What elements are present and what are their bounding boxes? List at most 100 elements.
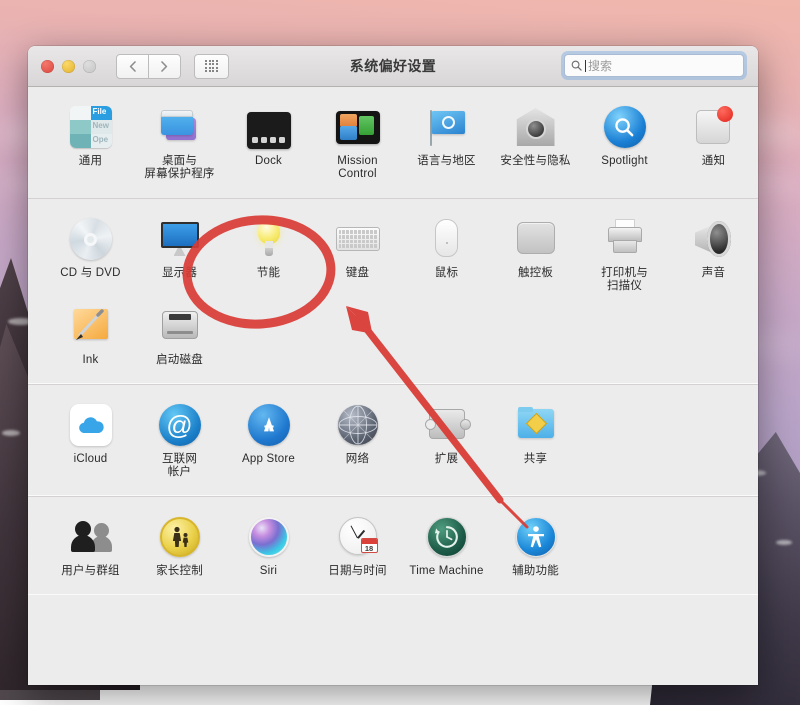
pref-item-siri[interactable]: Siri xyxy=(224,510,313,578)
pref-label: 桌面与 屏幕保护程序 xyxy=(144,155,215,180)
pref-item-language-region[interactable]: 语言与地区 xyxy=(402,100,491,181)
pref-item-trackpad[interactable]: 触控板 xyxy=(491,212,580,293)
trackpad-icon xyxy=(513,216,559,262)
pref-label: 家长控制 xyxy=(156,565,203,577)
pref-item-app-store[interactable]: App Store xyxy=(224,398,313,479)
sharing-icon xyxy=(513,402,559,448)
pref-item-parental-controls[interactable]: 家长控制 xyxy=(135,510,224,578)
pref-item-notifications[interactable]: 通知 xyxy=(669,100,758,181)
pref-item-mouse[interactable]: 鼠标 xyxy=(402,212,491,293)
pref-item-network[interactable]: 网络 xyxy=(313,398,402,479)
pref-label: 语言与地区 xyxy=(417,155,476,167)
siri-icon xyxy=(246,514,292,560)
pref-item-keyboard[interactable]: 键盘 xyxy=(313,212,402,293)
pref-label: Time Machine xyxy=(409,565,484,577)
calendar-day-number: 18 xyxy=(364,544,374,553)
search-placeholder: 搜索 xyxy=(588,59,613,73)
pref-item-spotlight[interactable]: Spotlight xyxy=(580,100,669,181)
pref-item-internet-accounts[interactable]: @ 互联网 帐户 xyxy=(135,398,224,479)
pref-item-desktop-screensaver[interactable]: 桌面与 屏幕保护程序 xyxy=(135,100,224,181)
pref-label: Spotlight xyxy=(601,155,648,167)
pref-label: iCloud xyxy=(73,453,108,465)
grid-icon xyxy=(205,59,218,73)
ink-icon xyxy=(68,303,114,349)
app-store-icon xyxy=(246,402,292,448)
security-privacy-icon xyxy=(513,104,559,150)
pref-label: 启动磁盘 xyxy=(156,354,203,366)
dock-icon xyxy=(246,104,292,150)
pref-label: CD 与 DVD xyxy=(60,267,121,279)
forward-button[interactable] xyxy=(149,53,181,79)
pref-item-sound[interactable]: 声音 xyxy=(669,212,758,293)
pref-label: 鼠标 xyxy=(434,267,459,279)
minimize-button[interactable] xyxy=(62,59,75,73)
pref-item-accessibility[interactable]: 辅助功能 xyxy=(491,510,580,578)
mouse-icon xyxy=(424,216,470,262)
pref-item-dock[interactable]: Dock xyxy=(224,100,313,181)
pref-item-extensions[interactable]: 扩展 xyxy=(402,398,491,479)
cd-dvd-icon xyxy=(68,216,114,262)
pref-label: 触控板 xyxy=(517,267,554,279)
section-system: 用户与群组 家长控制 Siri 18 日期与时间 Time Machine 辅助… xyxy=(28,496,758,595)
preference-grid: 用户与群组 家长控制 Siri 18 日期与时间 Time Machine 辅助… xyxy=(28,510,758,584)
window-titlebar[interactable]: 系统偏好设置 搜索 xyxy=(28,46,758,87)
section-hardware: CD 与 DVD 显示器 节能 键盘 鼠标 触控板 打印机与 扫描仪 声音 In… xyxy=(28,198,758,384)
pref-item-cd-dvd[interactable]: CD 与 DVD xyxy=(46,212,135,293)
spotlight-icon xyxy=(602,104,648,150)
pref-label: 网络 xyxy=(345,453,370,465)
pref-item-date-time[interactable]: 18 日期与时间 xyxy=(313,510,402,578)
pref-label: 显示器 xyxy=(161,267,198,279)
pref-item-ink[interactable]: Ink xyxy=(46,299,135,367)
notification-badge xyxy=(716,106,733,122)
snow-patch xyxy=(776,540,792,545)
pref-item-time-machine[interactable]: Time Machine xyxy=(402,510,491,578)
pref-label: 键盘 xyxy=(345,267,370,279)
snow-patch xyxy=(2,430,20,436)
pref-label: 打印机与 扫描仪 xyxy=(601,267,648,292)
time-machine-icon xyxy=(424,514,470,560)
navigation-buttons[interactable] xyxy=(116,53,181,79)
icloud-icon xyxy=(68,402,114,448)
section-personal: File New Ope 通用 桌面与 屏幕保护程序 Dock Mission … xyxy=(28,87,758,198)
pref-item-sharing[interactable]: 共享 xyxy=(491,398,580,479)
show-all-button[interactable] xyxy=(194,53,229,79)
zoom-button xyxy=(83,59,96,73)
pref-label: Mission Control xyxy=(337,155,378,180)
traffic-lights xyxy=(41,59,96,73)
back-button[interactable] xyxy=(116,53,149,79)
parental-controls-icon xyxy=(157,514,203,560)
section-internet-wireless: iCloud @ 互联网 帐户 App Store 网络 扩展 共享 xyxy=(28,384,758,496)
pref-item-general[interactable]: File New Ope 通用 xyxy=(46,100,135,181)
system-preferences-window[interactable]: 系统偏好设置 搜索 File New Ope 通用 桌面与 屏幕保护程序 Doc… xyxy=(28,46,758,685)
pref-item-security-privacy[interactable]: 安全性与隐私 xyxy=(491,100,580,181)
search-field[interactable]: 搜索 xyxy=(564,54,744,77)
text-caret xyxy=(585,59,586,72)
pref-item-energy-saver[interactable]: 节能 xyxy=(224,212,313,293)
pref-item-users-groups[interactable]: 用户与群组 xyxy=(46,510,135,578)
pref-label: 共享 xyxy=(523,453,548,465)
pref-label: 通知 xyxy=(701,155,726,167)
chevron-left-icon xyxy=(129,60,136,72)
pref-item-startup-disk[interactable]: 启动磁盘 xyxy=(135,299,224,367)
pref-label: 声音 xyxy=(701,267,726,279)
internet-accounts-icon: @ xyxy=(157,402,203,448)
pref-item-displays[interactable]: 显示器 xyxy=(135,212,224,293)
accessibility-icon xyxy=(513,514,559,560)
printers-scanners-icon xyxy=(602,216,648,262)
pref-label: 安全性与隐私 xyxy=(500,155,571,167)
pref-label: 辅助功能 xyxy=(512,565,559,577)
pref-item-icloud[interactable]: iCloud xyxy=(46,398,135,479)
users-groups-icon xyxy=(68,514,114,560)
pref-item-mission-control[interactable]: Mission Control xyxy=(313,100,402,181)
preference-grid: File New Ope 通用 桌面与 屏幕保护程序 Dock Mission … xyxy=(28,100,758,187)
desktop-screensaver-icon xyxy=(157,104,203,150)
general-icon: File New Ope xyxy=(68,104,114,150)
pref-label: 互联网 帐户 xyxy=(161,453,198,478)
network-icon xyxy=(335,402,381,448)
preference-grid: CD 与 DVD 显示器 节能 键盘 鼠标 触控板 打印机与 扫描仪 声音 In… xyxy=(28,212,758,373)
pref-label: 扩展 xyxy=(434,453,459,465)
pref-item-printers-scanners[interactable]: 打印机与 扫描仪 xyxy=(580,212,669,293)
extensions-icon xyxy=(424,402,471,448)
pref-label: 日期与时间 xyxy=(328,565,387,577)
close-button[interactable] xyxy=(41,59,54,73)
